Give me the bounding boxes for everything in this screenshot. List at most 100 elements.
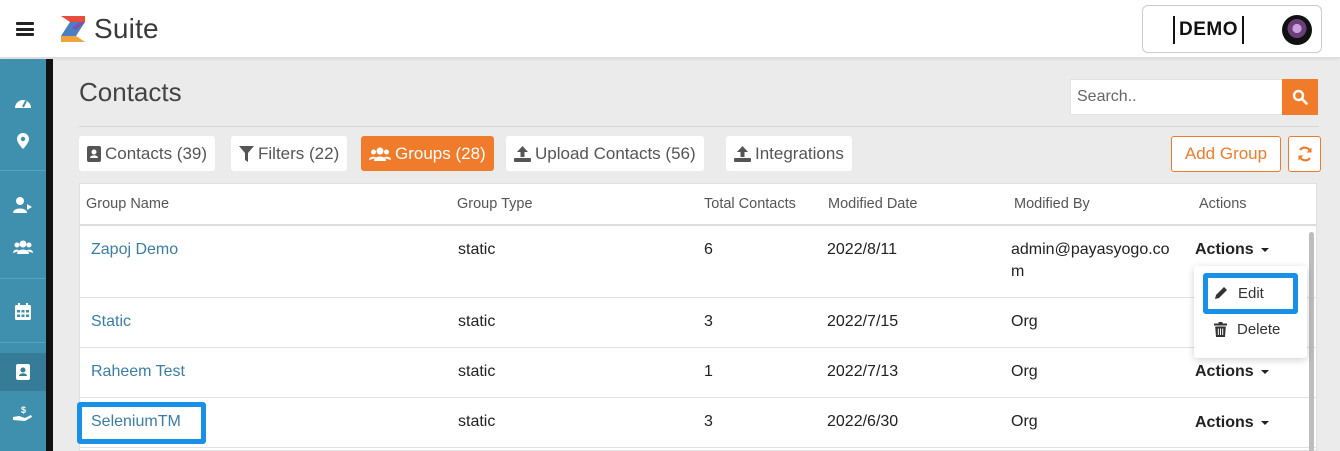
group-name-link[interactable]: Static (91, 313, 131, 331)
tab-integrations[interactable]: Integrations (726, 136, 852, 171)
hand-dollar-icon: $ (13, 405, 32, 421)
users-icon (369, 147, 391, 161)
address-card-icon (87, 145, 101, 162)
sidebar-item-user-arrow[interactable] (0, 186, 46, 224)
actions-dropdown-menu: Edit Delete (1194, 266, 1307, 358)
sidebar-divider (0, 170, 46, 171)
actions-dropdown-button[interactable]: Actions (1195, 241, 1269, 259)
app-name: Suite (94, 13, 159, 44)
actions-label: Actions (1195, 363, 1254, 380)
sidebar-edge (46, 59, 53, 451)
sidebar-item-dashboard[interactable] (0, 83, 46, 121)
group-type: static (458, 413, 496, 430)
actions-dropdown-button[interactable]: Actions (1195, 414, 1269, 432)
column-header-group-name[interactable]: Group Name (86, 196, 169, 212)
sidebar: $ (0, 59, 46, 451)
tab-filters[interactable]: Filters (22) (231, 136, 348, 171)
svg-text:$: $ (21, 405, 26, 415)
pencil-icon (1215, 287, 1227, 299)
column-header-group-type[interactable]: Group Type (457, 196, 533, 212)
header-divider (79, 126, 1319, 127)
address-book-icon (16, 364, 30, 380)
tab-upload-contacts[interactable]: Upload Contacts (56) (506, 136, 704, 171)
trash-icon (1214, 321, 1227, 337)
delete-menu-item[interactable]: Delete (1194, 311, 1307, 347)
page-title: Contacts (79, 77, 182, 107)
actions-label: Actions (1195, 414, 1254, 431)
caret-down-icon (1260, 421, 1269, 425)
workspace-label: DEMO (1173, 16, 1244, 44)
groups-table: Group Name Group Type Total Contacts Mod… (79, 183, 1317, 451)
upload-icon (514, 145, 531, 162)
sidebar-item-users[interactable] (0, 228, 46, 266)
sidebar-divider (0, 342, 46, 343)
sidebar-item-location[interactable] (0, 122, 46, 160)
top-bar: Suite DEMO (0, 0, 1340, 58)
modified-date: 2022/7/13 (827, 363, 899, 380)
table-row: Static static 3 2022/7/15 Org (80, 298, 1316, 348)
tab-contacts-label: Contacts (39) (105, 143, 208, 163)
user-arrow-icon (13, 197, 32, 213)
users-icon (13, 240, 33, 254)
column-header-modified-by[interactable]: Modified By (1014, 196, 1090, 212)
group-name-link[interactable]: SeleniumTM (91, 413, 181, 431)
modified-date: 2022/8/11 (827, 241, 897, 258)
actions-label: Actions (1195, 241, 1254, 258)
sidebar-divider (0, 278, 46, 279)
group-name-link[interactable]: Raheem Test (91, 363, 185, 381)
tab-groups-label: Groups (28) (395, 143, 486, 163)
column-header-actions: Actions (1199, 196, 1247, 212)
edit-label: Edit (1238, 284, 1264, 302)
group-type: static (458, 241, 496, 258)
modified-by: Org (1011, 363, 1038, 380)
edit-menu-item[interactable]: Edit (1194, 275, 1307, 311)
calendar-icon (15, 302, 31, 320)
filter-icon (239, 145, 254, 162)
modified-by: Org (1011, 313, 1038, 330)
sidebar-item-contacts[interactable] (0, 353, 46, 391)
modified-by: admin@payasyogo.com (1011, 241, 1170, 280)
table-row: Zapoj Demo static 6 2022/8/11 admin@paya… (80, 228, 1316, 298)
tab-integrations-label: Integrations (755, 143, 844, 163)
tab-contacts[interactable]: Contacts (39) (79, 136, 216, 171)
tab-upload-contacts-label: Upload Contacts (56) (535, 143, 696, 163)
modified-date: 2022/6/30 (827, 413, 899, 430)
refresh-button[interactable] (1288, 136, 1321, 172)
search-input[interactable] (1070, 79, 1282, 115)
search-icon (1292, 89, 1308, 105)
total-contacts: 1 (704, 363, 713, 380)
table-row: SeleniumTM static 3 2022/6/30 Org Action… (80, 398, 1316, 448)
user-avatar[interactable] (1282, 15, 1312, 45)
app-logo[interactable]: Suite (58, 12, 159, 46)
table-row: Raheem Test static 1 2022/7/13 Org Actio… (80, 348, 1316, 398)
total-contacts: 6 (704, 241, 713, 258)
delete-label: Delete (1237, 320, 1281, 338)
sidebar-item-calendar[interactable] (0, 292, 46, 330)
workspace-switcher[interactable]: DEMO (1142, 5, 1322, 53)
caret-down-icon (1260, 248, 1269, 252)
modified-date: 2022/7/15 (827, 313, 899, 330)
caret-down-icon (1260, 370, 1269, 374)
total-contacts: 3 (704, 413, 713, 430)
refresh-icon (1297, 146, 1312, 162)
column-header-total-contacts[interactable]: Total Contacts (704, 196, 796, 212)
tab-groups[interactable]: Groups (28) (361, 136, 494, 171)
total-contacts: 3 (704, 313, 713, 330)
z-logo-icon (61, 16, 85, 42)
modified-by: Org (1011, 413, 1038, 430)
dashboard-icon (15, 100, 31, 108)
tab-filters-label: Filters (22) (258, 143, 340, 163)
hamburger-menu-icon[interactable] (16, 22, 34, 36)
group-type: static (458, 313, 496, 330)
table-header: Group Name Group Type Total Contacts Mod… (80, 184, 1316, 226)
table-scrollbar[interactable] (1309, 232, 1314, 451)
search-button[interactable] (1282, 79, 1318, 115)
group-name-link[interactable]: Zapoj Demo (91, 241, 178, 259)
upload-icon (734, 145, 751, 162)
location-pin-icon (17, 133, 29, 149)
actions-dropdown-button[interactable]: Actions (1195, 363, 1269, 381)
sidebar-item-payments[interactable]: $ (0, 395, 46, 433)
column-header-modified-date[interactable]: Modified Date (828, 196, 917, 212)
search-bar (1070, 79, 1318, 115)
add-group-button[interactable]: Add Group (1171, 136, 1281, 172)
